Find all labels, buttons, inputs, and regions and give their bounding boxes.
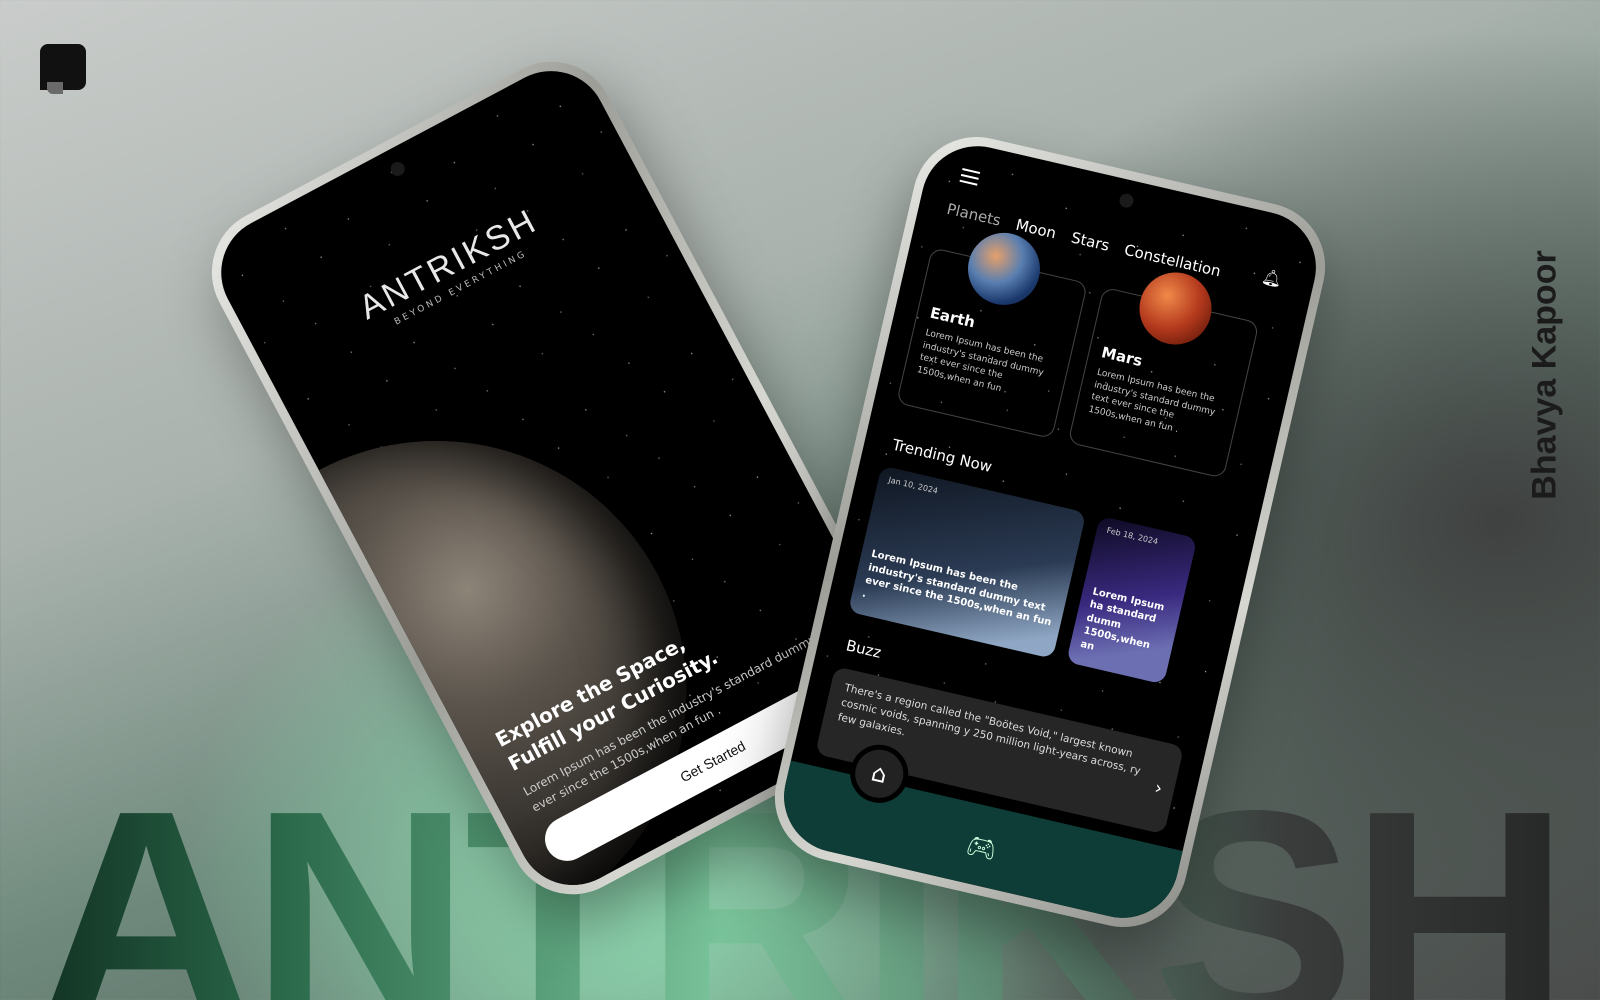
author-name: Bhavya Kapoor <box>1525 250 1564 500</box>
trending-text: Lorem Ipsum ha standard dumm 1500s,when … <box>1079 585 1166 653</box>
logo-icon <box>40 44 88 96</box>
chevron-right-icon[interactable]: › <box>1152 775 1165 802</box>
bell-icon[interactable]: 🔔︎ <box>1260 266 1284 289</box>
